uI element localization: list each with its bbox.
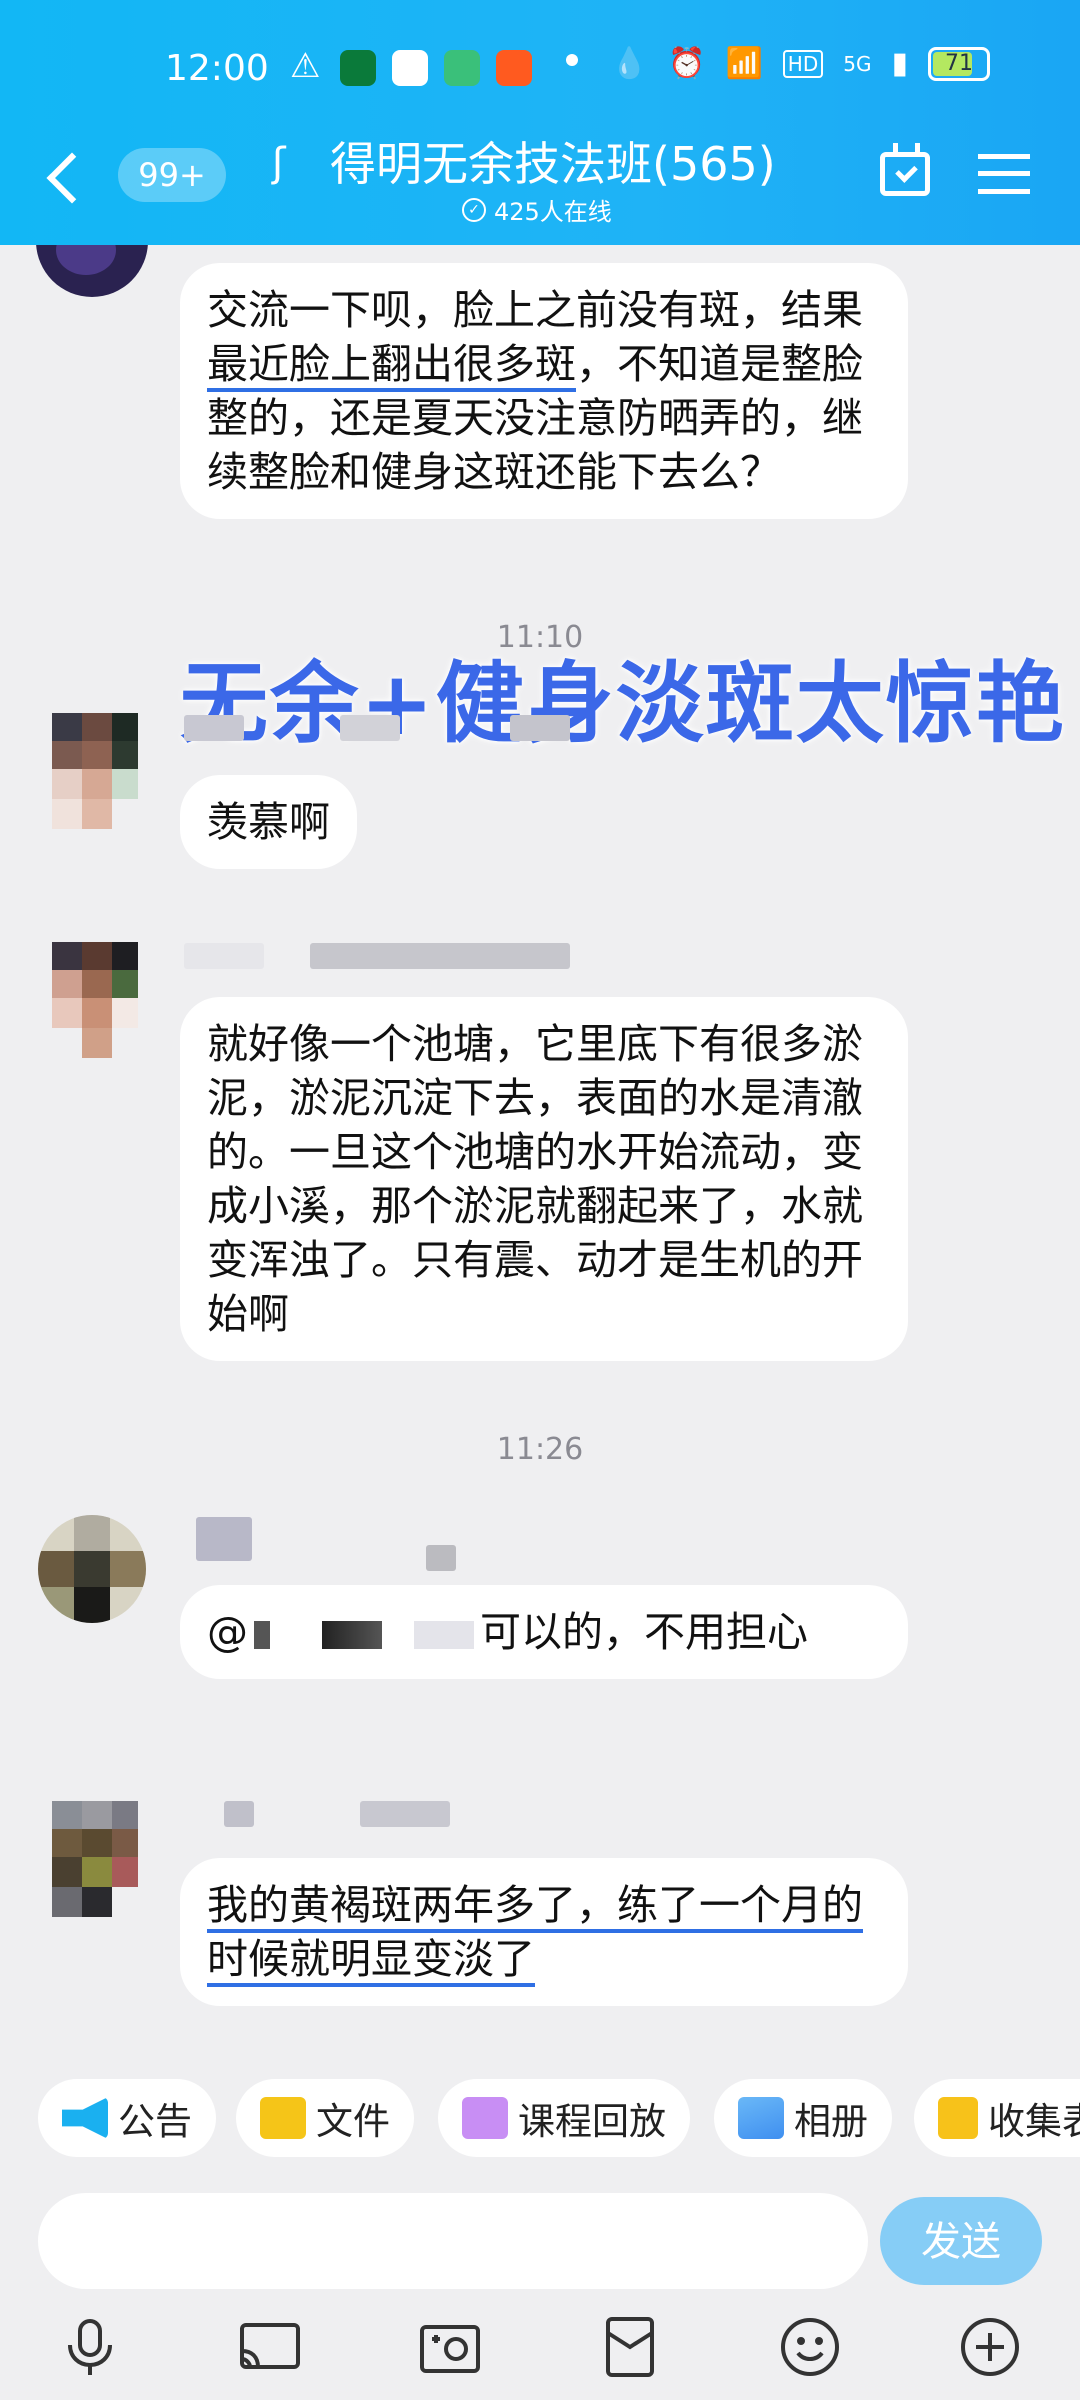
- calendar-check-icon[interactable]: [880, 143, 930, 196]
- underlined-text: 最近脸上翻出很多斑: [207, 340, 576, 392]
- shortcut-announcement[interactable]: 公告: [38, 2079, 216, 2157]
- camera-icon[interactable]: [418, 2315, 482, 2379]
- unread-badge[interactable]: 99+: [118, 148, 226, 202]
- shortcut-bar: 公告 文件 课程回放 相册 收集表: [0, 2067, 1080, 2175]
- message-bubble[interactable]: 就好像一个池塘，它里底下有很多淤泥，淤泥沉淀下去，表面的水是清澈的。一旦这个池塘…: [180, 997, 908, 1361]
- sender-name: [510, 715, 570, 741]
- status-time: 12:00: [165, 48, 269, 89]
- kuaishou-app-icon: [496, 50, 532, 86]
- message-bubble[interactable]: 羡慕啊: [180, 775, 357, 869]
- shortcut-album[interactable]: 相册: [714, 2079, 892, 2157]
- shortcut-course-replay[interactable]: 课程回放: [438, 2079, 690, 2157]
- alarm-icon: ⏰: [668, 46, 706, 81]
- screen-cast-icon[interactable]: [238, 2315, 302, 2379]
- message-text: 交流一下呗，脸上之前没有斑，结果: [207, 286, 863, 334]
- send-button[interactable]: 发送: [880, 2197, 1042, 2285]
- input-row: 发送: [0, 2175, 1080, 2295]
- oppo-app-icon: [340, 50, 376, 86]
- folder-icon: [260, 2097, 306, 2139]
- mention-redaction: [282, 1621, 402, 1649]
- more-notifications-icon: [566, 54, 578, 66]
- avatar[interactable]: [38, 1515, 146, 1623]
- message-input[interactable]: [38, 2193, 868, 2289]
- battery-icon: 71: [928, 46, 990, 81]
- underlined-text: 我的黄褐斑两年多了，练了一个月的时候就明显变淡了: [207, 1881, 863, 1987]
- mention-prefix: @: [207, 1608, 248, 1656]
- sender-name: [340, 715, 400, 741]
- mention-redaction: [254, 1621, 270, 1649]
- sender-name: [224, 1801, 254, 1827]
- back-button[interactable]: [42, 148, 82, 208]
- sender-name: [196, 1517, 252, 1561]
- wifi-icon: 📶: [725, 46, 763, 81]
- shortcut-label: 公告: [118, 2100, 192, 2143]
- baidu-app-icon: [392, 50, 428, 86]
- hd-label: HD: [782, 49, 824, 78]
- megaphone-icon: [62, 2097, 108, 2139]
- sender-name: [310, 943, 570, 969]
- shortcut-label: 相册: [794, 2100, 868, 2143]
- video-replay-icon: [462, 2097, 508, 2139]
- warning-icon: ⚠: [290, 46, 321, 86]
- avatar[interactable]: [52, 1801, 138, 1917]
- timestamp: 11:26: [496, 1432, 584, 1467]
- check-circle-icon: ✓: [462, 197, 486, 222]
- bottom-toolbar: [0, 2295, 1080, 2400]
- message-bubble[interactable]: 交流一下呗，脸上之前没有斑，结果最近脸上翻出很多斑，不知道是整脸整的，还是夏天没…: [180, 263, 908, 519]
- avatar[interactable]: [52, 713, 138, 829]
- message-text: 可以的，不用担心: [480, 1608, 808, 1656]
- battery-level: 71: [945, 50, 973, 76]
- emoji-icon[interactable]: [778, 2315, 842, 2379]
- message-bubble[interactable]: 我的黄褐斑两年多了，练了一个月的时候就明显变淡了: [180, 1858, 908, 2006]
- message-bubble[interactable]: @ 可以的，不用担心: [180, 1585, 908, 1679]
- sender-name: [184, 943, 264, 969]
- water-drop-icon: 💧: [610, 46, 649, 81]
- shortcut-files[interactable]: 文件: [236, 2079, 414, 2157]
- message-text: 就好像一个池塘，它里底下有很多淤泥，淤泥沉淀下去，表面的水是清澈的。一旦这个池塘…: [207, 1020, 863, 1338]
- shortcut-label: 课程回放: [518, 2100, 666, 2143]
- status-bar: 12:00 ⚠ 💧 ⏰ 📶 HD 5G ▮ 71: [0, 46, 1080, 94]
- overlay-caption: 无余+健身淡斑太惊艳: [180, 652, 1066, 755]
- red-packet-icon[interactable]: [598, 2315, 662, 2379]
- group-title[interactable]: 得明无余技法班(565): [330, 128, 776, 194]
- online-status[interactable]: ✓ 425人在线: [462, 192, 612, 227]
- avatar[interactable]: [52, 942, 138, 1058]
- plus-icon[interactable]: [958, 2315, 1022, 2379]
- chat-header: 12:00 ⚠ 💧 ⏰ 📶 HD 5G ▮ 71 99+ ʃ 得明无余技法班(5…: [0, 0, 1080, 245]
- camera-app-icon: [444, 50, 480, 86]
- menu-icon[interactable]: [978, 154, 1030, 194]
- photo-album-icon: [738, 2097, 784, 2139]
- sender-name: [184, 715, 244, 741]
- online-count: 425人在线: [494, 198, 612, 226]
- 5g-label: 5G: [843, 51, 872, 76]
- sender-name: [426, 1545, 456, 1571]
- message-text: 羡慕啊: [207, 798, 330, 846]
- shortcut-label: 文件: [316, 2100, 390, 2143]
- status-right: 💧 ⏰ 📶 HD 5G ▮ 71: [611, 46, 990, 81]
- message-list[interactable]: 交流一下呗，脸上之前没有斑，结果最近脸上翻出很多斑，不知道是整脸整的，还是夏天没…: [0, 245, 1080, 2067]
- form-icon: [938, 2097, 978, 2139]
- signal-icon: ▮: [891, 46, 908, 81]
- microphone-icon[interactable]: [58, 2315, 122, 2379]
- mention-redaction: [414, 1621, 474, 1649]
- shortcut-label: 收集表: [988, 2100, 1080, 2143]
- shortcut-form[interactable]: 收集表: [914, 2079, 1080, 2157]
- ear-icon: ʃ: [272, 140, 286, 186]
- sender-name: [360, 1801, 450, 1827]
- avatar[interactable]: [36, 245, 148, 297]
